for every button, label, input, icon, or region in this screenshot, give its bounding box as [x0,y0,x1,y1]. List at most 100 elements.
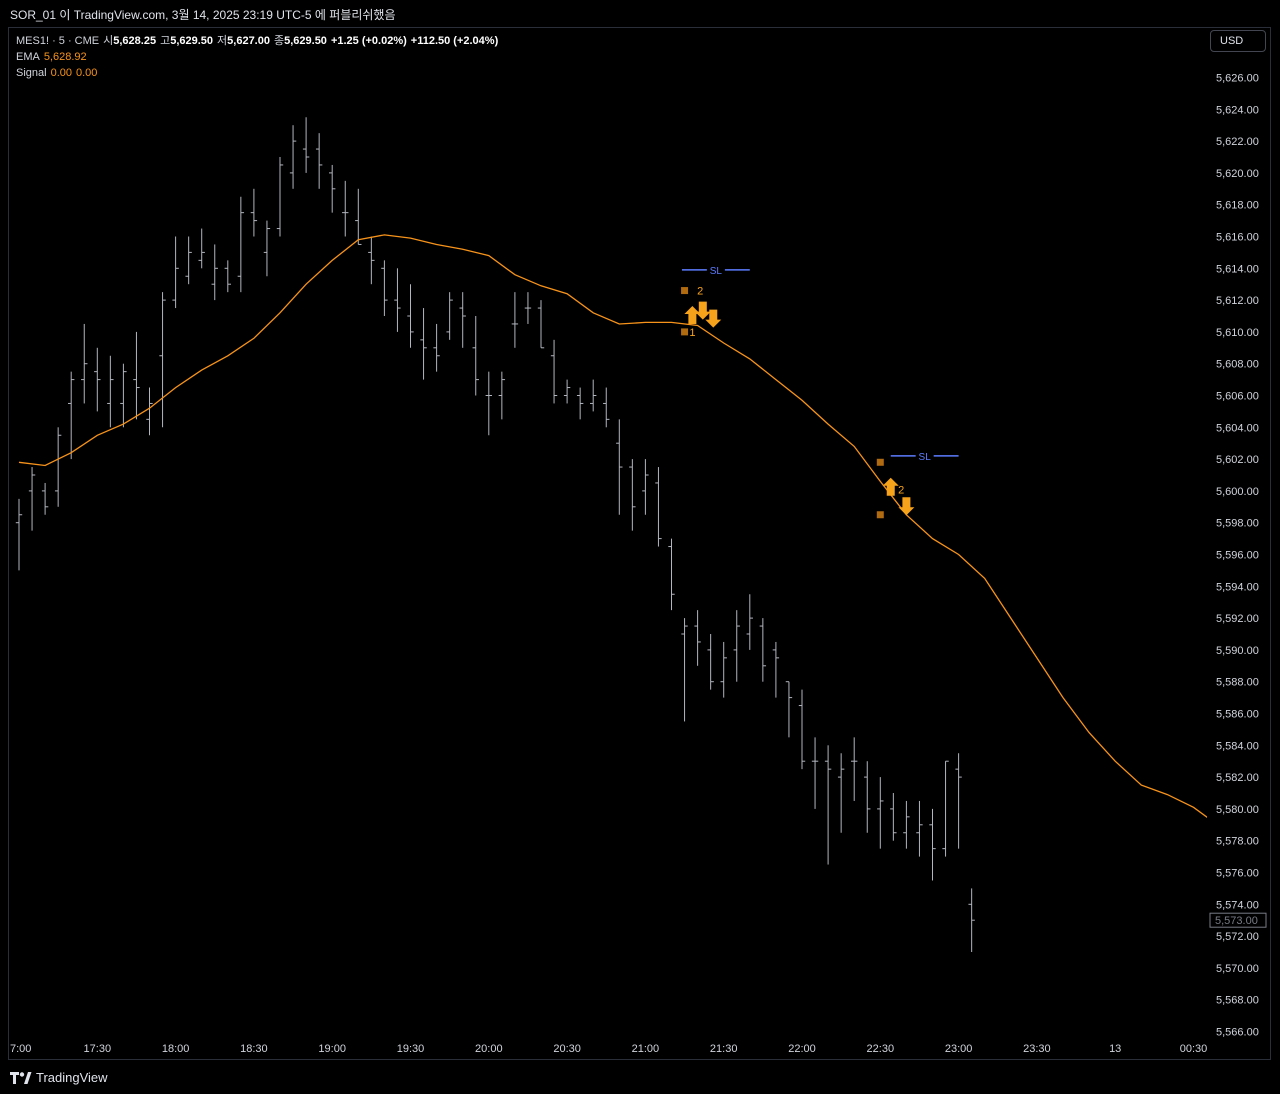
high-label: 고 [160,35,171,47]
ohlc-bar [315,133,323,189]
footer [0,1062,1280,1094]
price-tick-label: 5,610.00 [1216,327,1259,339]
time-tick-label: 21:30 [710,1043,738,1055]
ohlc-bar [550,339,558,404]
ohlc-bar [276,157,284,237]
ohlc-bar [237,196,245,293]
ohlc-bar [524,292,532,324]
price-chart[interactable]: SLSL2125,626.005,624.005,622.005,620.005… [0,0,1280,1094]
ohlc-bar [929,808,936,881]
time-tick-label: 18:30 [240,1043,268,1055]
ohlc-bar [381,260,388,316]
close-label: 종 [273,35,285,47]
symbol-label[interactable]: MES1! · 5 · CME [16,35,99,47]
tradingview-logo[interactable]: TradingView [10,1070,108,1085]
ohlc-bar [772,641,780,698]
ohlc-bar [485,371,492,436]
ohlc-bar [916,800,923,857]
ohlc-bars [15,117,975,952]
ohlc-bar [28,467,36,531]
ema-line [18,234,1207,818]
open-label: 시 [103,35,114,47]
legend-signal-row[interactable]: Signal 0.00 0.00 [16,65,502,81]
time-tick-label: 22:30 [867,1043,895,1055]
change-value: +1.25 (+0.02%) [330,35,407,47]
ohlc-bar [590,379,597,412]
ohlc-bar [968,888,975,952]
price-tick-label: 5,580.00 [1216,804,1259,816]
signal-square-mark [876,511,884,519]
price-tick-label: 5,622.00 [1216,136,1259,148]
signal-label[interactable]: Signal [16,67,47,79]
ohlc-bar [746,594,753,650]
low-value: 5,627.00 [227,35,270,47]
tradingview-brand-text: TradingView [36,1070,108,1085]
price-tick-label: 5,624.00 [1216,104,1259,116]
price-tick-label: 5,574.00 [1216,899,1259,911]
ohlc-bar [837,753,845,833]
ohlc-bar [68,371,75,460]
high-value: 5,629.50 [170,35,214,47]
ohlc-bar [616,419,623,515]
time-axis[interactable]: 7:00 17:30 18:00 18:30 19:00 19:30 20:00 20:30 2… [10,1043,1207,1055]
price-tick-label: 5,592.00 [1216,613,1259,625]
ohlc-bar [785,681,793,738]
ohlc-bar [15,498,23,571]
ohlc-bar [133,331,140,420]
ema-value: 5,628.92 [43,51,87,63]
legend-ohlc-row[interactable]: MES1! · 5 · CME 시5,628.25 고5,629.50 저5,627.… [16,33,502,49]
ohlc-bar [159,292,166,428]
time-tick-label: 20:00 [475,1043,503,1055]
ohlc-bar [185,236,192,285]
time-tick-label: 13 [1109,1043,1121,1055]
last-price-label: 5,573.00 [1215,915,1258,927]
legend-ema-row[interactable]: EMA 5,628.92 [16,49,502,65]
ohlc-bar [263,220,271,277]
ohlc-bar [668,538,675,611]
ohlc-bar [681,618,688,722]
price-tick-label: 5,620.00 [1216,168,1259,180]
ohlc-bar [54,427,62,507]
long-signal-arrow-icon [684,306,701,324]
ohlc-bar [864,761,871,833]
ohlc-bar [120,363,127,428]
price-tick-label: 5,566.00 [1216,1027,1259,1039]
price-tick-label: 5,590.00 [1216,645,1259,657]
stop-loss-label: SL [919,452,932,463]
ema-label[interactable]: EMA [16,51,40,63]
ohlc-bar [446,292,453,340]
ohlc-bar [798,689,806,770]
price-tick-label: 5,612.00 [1216,295,1259,307]
ohlc-bar [355,188,362,245]
ohlc-bar [942,760,949,857]
ohlc-bar [642,459,649,515]
ohlc-bar [342,180,349,237]
ohlc-bar [107,355,114,428]
price-tick-label: 5,626.00 [1216,73,1259,85]
tradingview-logo-icon [10,1071,32,1084]
ohlc-bar [498,371,506,420]
ohlc-bar [329,164,336,213]
price-tick-label: 5,572.00 [1216,931,1259,943]
plot-area[interactable]: SL SL 2 1 2 [15,117,1220,952]
ohlc-bar [172,236,179,309]
price-tick-label: 5,570.00 [1216,963,1259,975]
price-tick-label: 5,604.00 [1216,422,1259,434]
time-tick-label: 17:30 [84,1043,112,1055]
ohlc-bar [198,228,205,269]
ohlc-bar [694,610,701,666]
ohlc-bar [81,323,88,404]
last-price-marker: 5,573.00 [1209,912,1267,928]
price-axis[interactable]: 5,626.00 5,624.00 5,622.00 5,620.00 5,618.00… [1216,73,1259,1039]
time-tick-label: 00:30 [1180,1043,1208,1055]
low-label: 저 [217,35,228,47]
signal-value-2: 0.00 [76,67,98,79]
ohlc-bar [289,125,297,189]
time-tick-label: 18:00 [162,1043,190,1055]
price-tick-label: 5,616.00 [1216,232,1259,244]
time-tick-label: 19:00 [318,1043,346,1055]
currency-button[interactable]: USD [1210,30,1266,52]
ohlc-bar [576,387,584,420]
stop-loss-label: SL [710,266,723,277]
price-tick-label: 5,594.00 [1216,581,1259,593]
